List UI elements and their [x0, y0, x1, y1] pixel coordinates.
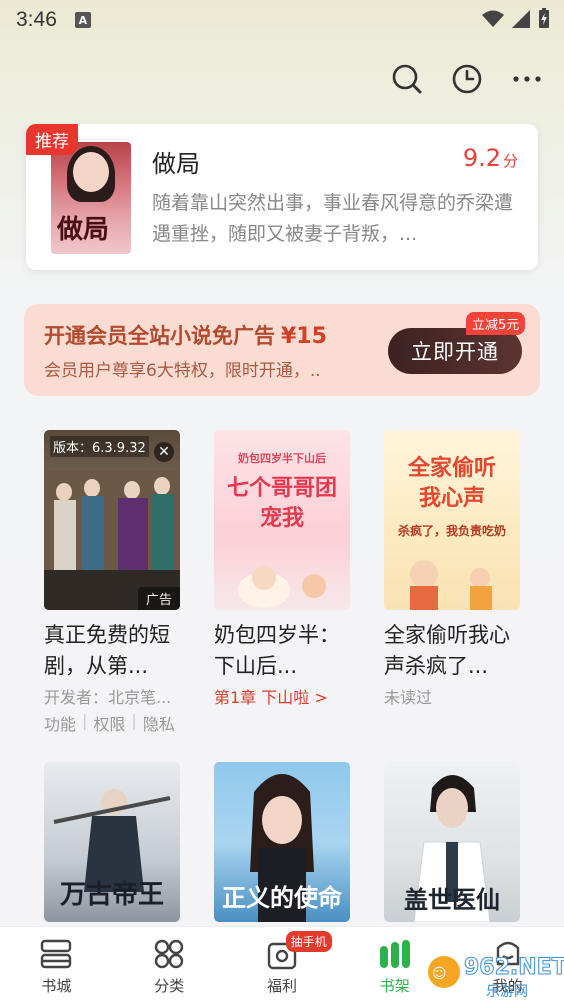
- welfare-badge: 抽手机: [285, 931, 332, 952]
- svg-text:☺: ☺: [432, 966, 447, 982]
- book-cover[interactable]: 奶包四岁半下山后 七个哥哥团宠我: [214, 430, 350, 610]
- ad-link-function[interactable]: 功能: [44, 711, 76, 735]
- cover-title: 全家偷听我心声: [407, 456, 496, 511]
- cover-small-title: 杀疯了，我负责吃奶: [398, 524, 507, 538]
- vip-price: ¥15: [281, 324, 327, 349]
- ad-cover[interactable]: 版本：6.3.9.32 ✕ 广告: [44, 430, 180, 610]
- book-item[interactable]: 盖世医仙: [384, 762, 522, 922]
- ad-links: 功能 | 权限 | 隐私: [44, 711, 175, 735]
- nav-label: 福利: [266, 977, 297, 995]
- book-item[interactable]: 正义的使命: [214, 762, 352, 922]
- nav-bookstore[interactable]: 书城: [0, 927, 113, 1002]
- recommend-cover-title: 做局: [57, 215, 110, 245]
- vip-title-text: 开通会员全站小说免广告: [44, 324, 275, 348]
- watermark-logo: ☺ 962.NET 乐游网: [424, 946, 564, 1002]
- score-value: 9.2: [462, 144, 501, 172]
- book-item[interactable]: 奶包四岁半下山后 七个哥哥团宠我 奶包四岁半：下山后... 第1章 下山啦 >: [214, 430, 352, 708]
- cover-title: 万古帝王: [59, 880, 164, 910]
- book-cover[interactable]: 盖世医仙: [384, 762, 520, 922]
- status-time: 3:46: [16, 8, 57, 31]
- search-icon[interactable]: [390, 62, 424, 96]
- bookshelf-icon: [378, 937, 412, 971]
- battery-icon: [538, 8, 550, 33]
- score-unit: 分: [502, 152, 518, 170]
- cover-small-title: 奶包四岁半下山后: [238, 452, 326, 465]
- more-icon[interactable]: [510, 62, 544, 96]
- ad-link-privacy[interactable]: 隐私: [143, 711, 175, 735]
- history-icon[interactable]: [450, 62, 484, 96]
- nav-label: 书架: [379, 977, 410, 995]
- nav-label: 分类: [154, 977, 185, 995]
- ad-developer: 开发者：北京笔...: [44, 688, 172, 707]
- bookstore-icon: [39, 937, 73, 971]
- recommend-book-cover[interactable]: 做局: [51, 142, 131, 254]
- ad-item[interactable]: 版本：6.3.9.32 ✕ 广告 真正免费的短剧，从第... 开发者：北京笔..…: [44, 430, 182, 735]
- book-cover[interactable]: 正义的使命: [214, 762, 350, 922]
- cover-title: 七个哥哥团宠我: [226, 476, 337, 531]
- book-cover[interactable]: 全家偷听我心声 杀疯了，我负责吃奶: [384, 430, 520, 610]
- recommend-badge: 推荐: [26, 124, 78, 155]
- recommend-score: 9.2 分: [463, 144, 518, 172]
- recommend-card[interactable]: 做局 推荐 做局 9.2 分 随着靠山突然出事，事业春风得意的乔梁遭遇重挫，随即又…: [26, 124, 538, 270]
- notification-icon: A: [74, 12, 91, 28]
- book-title: 全家偷听我心声杀疯了...: [384, 623, 510, 678]
- nav-label: 书城: [41, 977, 72, 995]
- ad-version-label: 版本：6.3.9.32: [50, 436, 149, 457]
- category-icon: [152, 937, 186, 971]
- ad-title: 真正免费的短剧，从第...: [44, 623, 170, 678]
- book-item[interactable]: 全家偷听我心声 杀疯了，我负责吃奶 全家偷听我心声杀疯了... 未读过: [384, 430, 522, 708]
- nav-welfare[interactable]: 抽手机 福利: [226, 927, 339, 1002]
- recommend-description: 随着靠山突然出事，事业春风得意的乔梁遭遇重挫，随即又被妻子背叛，...: [152, 192, 514, 245]
- cover-title: 正义的使命: [222, 884, 342, 912]
- vip-banner[interactable]: 开通会员全站小说免广告 ¥15 会员用户尊享6大特权，限时开通，.. 立即开通 立…: [24, 304, 540, 396]
- topbar-actions: [390, 62, 544, 96]
- book-read-status: 未读过: [384, 688, 433, 707]
- close-icon[interactable]: ✕: [154, 442, 174, 462]
- vip-title: 开通会员全站小说免广告 ¥15: [44, 320, 327, 350]
- book-cover[interactable]: 万古帝王: [44, 762, 180, 922]
- signal-icon: [512, 9, 530, 33]
- book-progress[interactable]: 第1章 下山啦 >: [214, 684, 352, 708]
- svg-text:乐游网: 乐游网: [486, 984, 528, 1000]
- status-bar: 3:46 A: [0, 0, 564, 40]
- vip-discount-tag: 立减5元: [466, 312, 526, 335]
- vip-subtitle: 会员用户尊享6大特权，限时开通，..: [44, 361, 321, 381]
- ad-link-permission[interactable]: 权限: [93, 711, 125, 735]
- recommend-book-title: 做局: [152, 150, 200, 178]
- book-title: 奶包四岁半：下山后...: [214, 623, 340, 678]
- ad-label: 广告: [137, 587, 180, 610]
- svg-text:962.NET: 962.NET: [464, 955, 564, 980]
- book-item[interactable]: 万古帝王: [44, 762, 182, 922]
- cover-title: 盖世医仙: [404, 886, 500, 914]
- nav-category[interactable]: 分类: [113, 927, 226, 1002]
- wifi-icon: [482, 9, 504, 33]
